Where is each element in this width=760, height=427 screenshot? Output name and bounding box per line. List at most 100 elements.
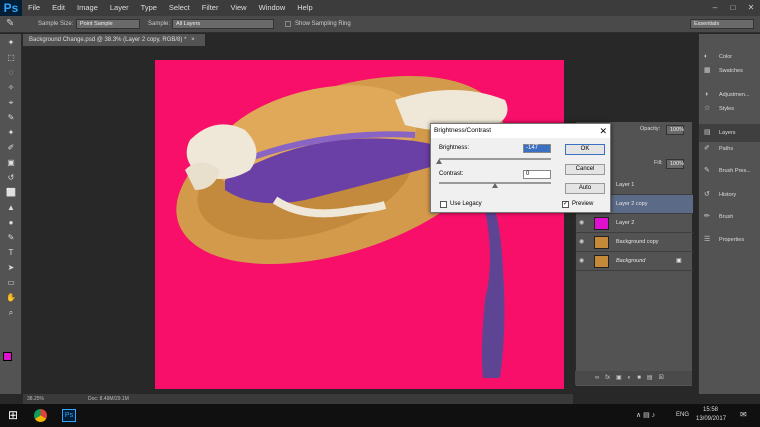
panel-brush[interactable]: ✏ Brush	[699, 208, 760, 226]
panel-properties[interactable]: ☰ Properties	[699, 231, 760, 249]
tool-0-icon[interactable]: ✦	[3, 36, 19, 49]
tool-2-icon[interactable]: ◌	[3, 66, 19, 79]
brightness-input[interactable]: -147	[523, 144, 551, 153]
minimize-button[interactable]: –	[706, 0, 724, 16]
sample-select[interactable]: All Layers	[172, 19, 274, 29]
panel-label: Color	[719, 54, 733, 60]
eyedropper-icon[interactable]: ✎	[6, 18, 14, 29]
menu-view[interactable]: View	[224, 0, 252, 16]
foreground-color-swatch[interactable]	[3, 352, 12, 361]
visibility-eye-icon[interactable]: ◉	[579, 214, 587, 233]
brightness-slider[interactable]	[439, 158, 551, 160]
auto-button[interactable]: Auto	[565, 183, 605, 194]
tool-12-icon[interactable]: ●	[3, 216, 19, 229]
tool-11-icon[interactable]: ▲	[3, 201, 19, 214]
taskbar: ⊞ Ps ∧ ▤ ♪ ENG 15:58 13/09/2017 ✉	[0, 404, 760, 427]
layers-footer-icon-2[interactable]: ▣	[616, 371, 622, 385]
visibility-eye-icon[interactable]: ◉	[579, 233, 587, 252]
panel-label: Paths	[719, 146, 734, 152]
brightness-label: Brightness:	[439, 145, 470, 151]
tool-7-icon[interactable]: ✐	[3, 141, 19, 154]
layer-row[interactable]: ◉ Layer 2	[576, 214, 693, 233]
layers-footer-icon-5[interactable]: ▤	[647, 371, 653, 385]
use-legacy-checkbox[interactable]	[440, 201, 447, 208]
panel-dock: ◐ Color ▦ Swatches ◑ Adjustmen... ☆ Styles ▤ Laye…	[698, 34, 760, 394]
windows-start-icon[interactable]: ⊞	[8, 408, 18, 422]
menu-edit[interactable]: Edit	[46, 0, 71, 16]
system-tray-icon[interactable]: ∧ ▤ ♪	[636, 411, 655, 419]
contrast-slider-thumb[interactable]	[492, 183, 498, 188]
tool-16-icon[interactable]: ▭	[3, 276, 19, 289]
visibility-eye-icon[interactable]: ◉	[579, 252, 587, 271]
brightness-slider-thumb[interactable]	[436, 159, 442, 164]
panel-label: Brush	[719, 214, 734, 220]
tool-3-icon[interactable]: ✧	[3, 81, 19, 94]
show-ring-checkbox[interactable]	[285, 21, 291, 27]
menu-select[interactable]: Select	[163, 0, 196, 16]
layer-row[interactable]: ◉ Background copy	[576, 233, 693, 252]
photoshop-taskbar-icon[interactable]: Ps	[62, 409, 76, 422]
chrome-icon[interactable]	[34, 409, 47, 422]
panel-label: Brush Pres...	[719, 168, 751, 174]
panel-history[interactable]: ↺ History	[699, 186, 760, 204]
panel-brush-pres[interactable]: ✎ Brush Pres...	[699, 162, 760, 180]
dialog-close-icon[interactable]: ✕	[599, 124, 607, 138]
panel-swatches[interactable]: ▦ Swatches	[699, 62, 760, 80]
clock-time[interactable]: 15:58	[703, 407, 718, 413]
contrast-input[interactable]: 0	[523, 170, 551, 179]
menu-file[interactable]: File	[22, 0, 46, 16]
panel-label: Layers	[719, 130, 736, 136]
tool-14-icon[interactable]: T	[3, 246, 19, 259]
layers-footer-icon-1[interactable]: fx	[605, 371, 610, 385]
menu-window[interactable]: Window	[253, 0, 292, 16]
menu-filter[interactable]: Filter	[196, 0, 225, 16]
layer-thumbnail	[594, 217, 609, 230]
panel-icon: ☰	[704, 236, 711, 243]
document-tab-close-icon[interactable]: ×	[191, 37, 195, 43]
preview-checkbox[interactable]: ✓	[562, 201, 569, 208]
document-tab-title: Background Change.psd @ 38.3% (Layer 2 c…	[29, 37, 187, 43]
fill-input[interactable]: 100%	[666, 159, 684, 169]
layer-row[interactable]: ◉ Background ▣	[576, 252, 693, 271]
sample-size-select[interactable]: Point Sample	[76, 19, 140, 29]
cancel-button[interactable]: Cancel	[565, 164, 605, 175]
layers-footer-icon-4[interactable]: ■	[637, 371, 641, 385]
maximize-button[interactable]: □	[724, 0, 742, 16]
menu-type[interactable]: Type	[135, 0, 163, 16]
tool-18-icon[interactable]: ⌕	[3, 306, 19, 319]
document-canvas[interactable]	[155, 60, 564, 389]
notifications-icon[interactable]: ✉	[740, 410, 747, 419]
tool-13-icon[interactable]: ✎	[3, 231, 19, 244]
menu-image[interactable]: Image	[71, 0, 104, 16]
layers-footer-icon-0[interactable]: ∞	[595, 371, 599, 385]
menu-bar: Ps File Edit Image Layer Type Select Fil…	[0, 0, 760, 16]
layers-footer-icon-3[interactable]: ◐	[628, 371, 632, 385]
tool-15-icon[interactable]: ➤	[3, 261, 19, 274]
clock-date[interactable]: 13/09/2017	[696, 416, 726, 422]
panel-label: Adjustmen...	[719, 92, 750, 98]
panel-icon: ☆	[704, 105, 711, 112]
tool-9-icon[interactable]: ↺	[3, 171, 19, 184]
menu-help[interactable]: Help	[291, 0, 318, 16]
language-indicator[interactable]: ENG	[676, 412, 689, 418]
tool-5-icon[interactable]: ✎	[3, 111, 19, 124]
opacity-input[interactable]: 100%	[666, 125, 684, 135]
panel-paths[interactable]: ✐ Paths	[699, 140, 760, 158]
close-button[interactable]: ✕	[742, 0, 760, 16]
tool-4-icon[interactable]: ⌖	[3, 96, 19, 109]
zoom-level[interactable]: 38.25%	[27, 394, 44, 404]
workspace-select[interactable]: Essentials	[690, 19, 754, 29]
ok-button[interactable]: OK	[565, 144, 605, 155]
layers-footer-icon-6[interactable]: ☒	[659, 371, 664, 385]
fill-label: Fill:	[654, 160, 663, 166]
panel-styles[interactable]: ☆ Styles	[699, 100, 760, 118]
menu-layer[interactable]: Layer	[104, 0, 135, 16]
tool-17-icon[interactable]: ✋	[3, 291, 19, 304]
document-tab[interactable]: Background Change.psd @ 38.3% (Layer 2 c…	[23, 34, 205, 46]
tool-6-icon[interactable]: ✦	[3, 126, 19, 139]
tool-8-icon[interactable]: ▣	[3, 156, 19, 169]
layer-name: Layer 2 copy	[616, 201, 648, 207]
tool-1-icon[interactable]: ⬚	[3, 51, 19, 64]
panel-icon: ✏	[704, 213, 710, 220]
tool-10-icon[interactable]: ⬜	[3, 186, 19, 199]
